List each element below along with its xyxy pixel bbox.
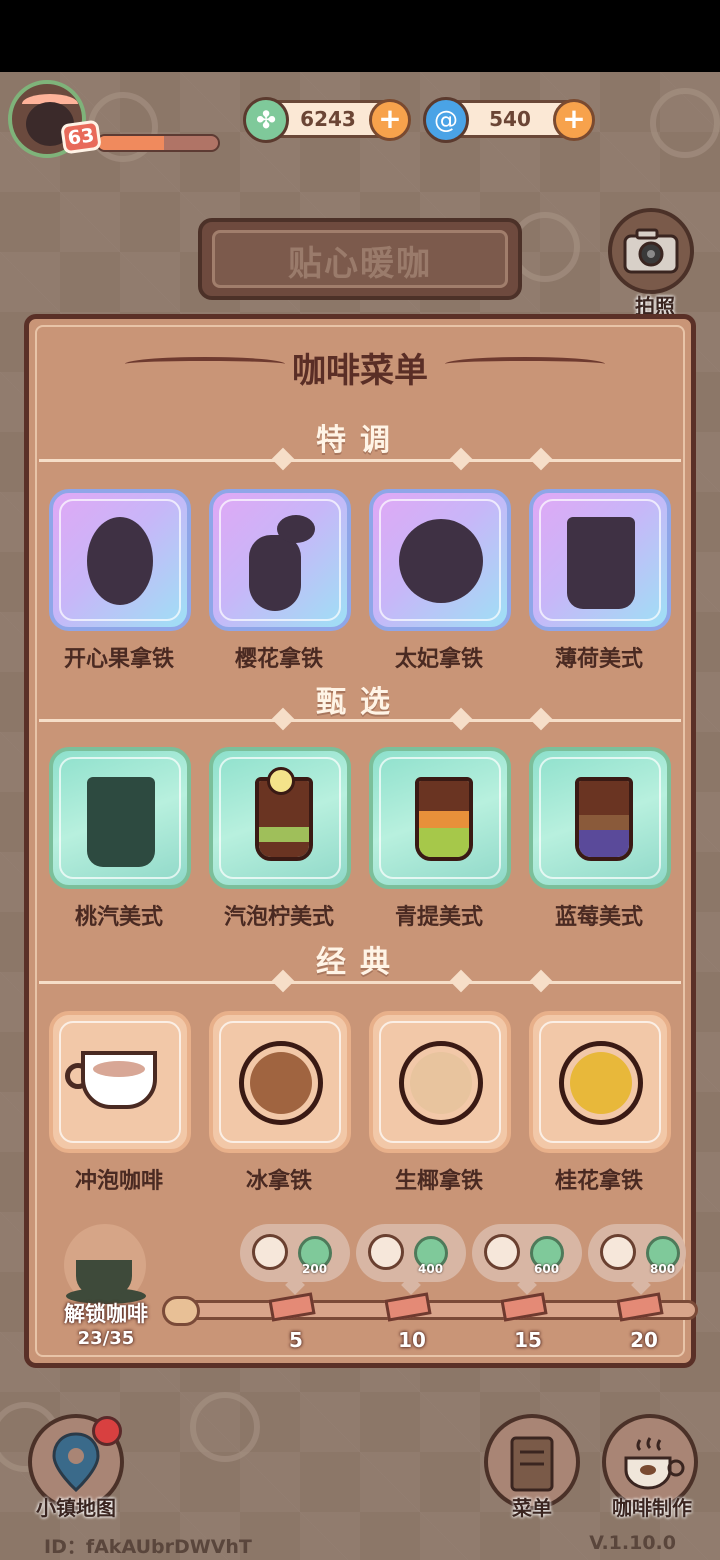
drink-card-sakura-latte[interactable]: [209, 489, 351, 631]
reward-bubble[interactable]: 600: [472, 1224, 582, 1282]
coffee-cup-icon: [252, 1234, 288, 1270]
milestone-number: 10: [398, 1328, 426, 1352]
shop-sign: 贴心暖咖: [198, 218, 522, 300]
lemon-slice: [267, 767, 295, 795]
xp-progress-bar: [96, 134, 220, 152]
milestone-number: 5: [289, 1328, 303, 1352]
unlock-count: 23/35: [77, 1328, 135, 1349]
coffee-making-label: 咖啡制作: [612, 1496, 692, 1520]
app-version: V.1.10.0: [589, 1532, 676, 1554]
notification-dot: [92, 1416, 122, 1446]
drink-name: 桃汽美式: [74, 905, 163, 930]
clover-icon: ✤: [243, 97, 289, 143]
drink-card-peach-soda-americano[interactable]: [49, 747, 191, 889]
coffee-cup: [81, 1051, 157, 1109]
clover-currency: ✤ 6243 +: [243, 97, 411, 143]
gem-amount: 540: [489, 107, 531, 131]
drink-name: 桂花拿铁: [554, 1169, 643, 1194]
section-divider: [39, 707, 681, 731]
reward-bubble[interactable]: 200: [240, 1224, 350, 1282]
drink-name: 蓝莓美式: [554, 905, 643, 930]
locked-drink-silhouette: [87, 517, 153, 605]
drink-name: 生椰拿铁: [394, 1169, 483, 1194]
section-title-select: 甄选: [316, 685, 404, 720]
drink-card-green-grape-americano[interactable]: [369, 747, 511, 889]
drink-card-toffee-latte[interactable]: [369, 489, 511, 631]
coffee-cup-icon: [368, 1234, 404, 1270]
drink-name: 青提美式: [394, 905, 483, 930]
status-bar: [0, 0, 720, 72]
drink-card-mint-americano[interactable]: [529, 489, 671, 631]
drink-card-blueberry-americano[interactable]: [529, 747, 671, 889]
xp-progress-fill: [98, 136, 164, 150]
reward-bubble[interactable]: 800: [588, 1224, 686, 1282]
drink-name: 开心果拿铁: [63, 647, 174, 672]
drink-name: 薄荷美式: [554, 647, 643, 672]
drink-glass: [415, 777, 473, 861]
drink-bowl: [239, 1041, 323, 1125]
drink-bowl: [559, 1041, 643, 1125]
coffee-cup-icon: [600, 1234, 636, 1270]
drink-card-coconut-latte[interactable]: [369, 1011, 511, 1153]
reward-amount: 400: [418, 1262, 444, 1276]
unlock-progress-area: 解锁咖啡 23/35 200 400 600 800 5 10 15 20: [30, 1216, 698, 1356]
coffee-menu-panel: 咖啡菜单 特调 开心果拿铁 樱花拿铁 太妃拿铁 薄荷美式 甄选 桃汽美式 汽泡柠…: [24, 314, 696, 1368]
drink-name: 冰拿铁: [245, 1169, 312, 1194]
level-badge: 63: [60, 119, 102, 155]
clover-amount: 6243: [300, 107, 356, 131]
section-divider: [39, 447, 681, 471]
drink-card-pistachio-latte[interactable]: [49, 489, 191, 631]
locked-drink-silhouette: [249, 535, 301, 611]
menu-label: 菜单: [512, 1496, 552, 1520]
drink-card-sparkling-lemon-americano[interactable]: [209, 747, 351, 889]
camera-button[interactable]: [608, 208, 694, 294]
coffee-cup-icon: [76, 1260, 132, 1296]
add-clover-button[interactable]: +: [369, 99, 411, 141]
drink-name: 樱花拿铁: [234, 647, 323, 672]
camera-icon: [623, 228, 679, 274]
drink-bowl: [399, 1041, 483, 1125]
drink-glass: [575, 777, 633, 861]
player-id: ID：fAkAUbrDWVhT: [44, 1536, 252, 1558]
drink-name: 冲泡咖啡: [74, 1169, 163, 1194]
milestone-number: 15: [514, 1328, 542, 1352]
section-title-classic: 经典: [316, 945, 404, 980]
section-title-special: 特调: [316, 423, 404, 458]
reward-amount: 600: [534, 1262, 560, 1276]
shop-name: 贴心暖咖: [288, 244, 432, 284]
drink-card-osmanthus-latte[interactable]: [529, 1011, 671, 1153]
locked-drink-silhouette: [277, 515, 315, 543]
drink-name: 汽泡柠美式: [223, 905, 334, 930]
locked-drink-silhouette: [87, 777, 155, 867]
add-gem-button[interactable]: +: [553, 99, 595, 141]
drink-name: 太妃拿铁: [394, 647, 483, 672]
drink-card-brewed-coffee[interactable]: [49, 1011, 191, 1153]
swirl-icon: @: [423, 97, 469, 143]
reward-bubble[interactable]: 400: [356, 1224, 466, 1282]
reward-amount: 200: [302, 1262, 328, 1276]
progress-knob: [162, 1296, 200, 1326]
floor-sun-decoration: [650, 88, 720, 158]
unlock-label: 解锁咖啡: [64, 1302, 148, 1326]
coffee-cup-icon: [484, 1234, 520, 1270]
floor-sun-decoration: [190, 1392, 260, 1462]
panel-title: 咖啡菜单: [292, 351, 428, 391]
locked-drink-silhouette: [399, 519, 483, 603]
locked-drink-silhouette: [567, 517, 635, 609]
gem-currency: @ 540 +: [423, 97, 595, 143]
section-divider: [39, 969, 681, 993]
reward-amount: 800: [650, 1262, 676, 1276]
town-map-label: 小镇地图: [36, 1496, 116, 1520]
drink-card-iced-latte[interactable]: [209, 1011, 351, 1153]
milestone-number: 20: [630, 1328, 658, 1352]
